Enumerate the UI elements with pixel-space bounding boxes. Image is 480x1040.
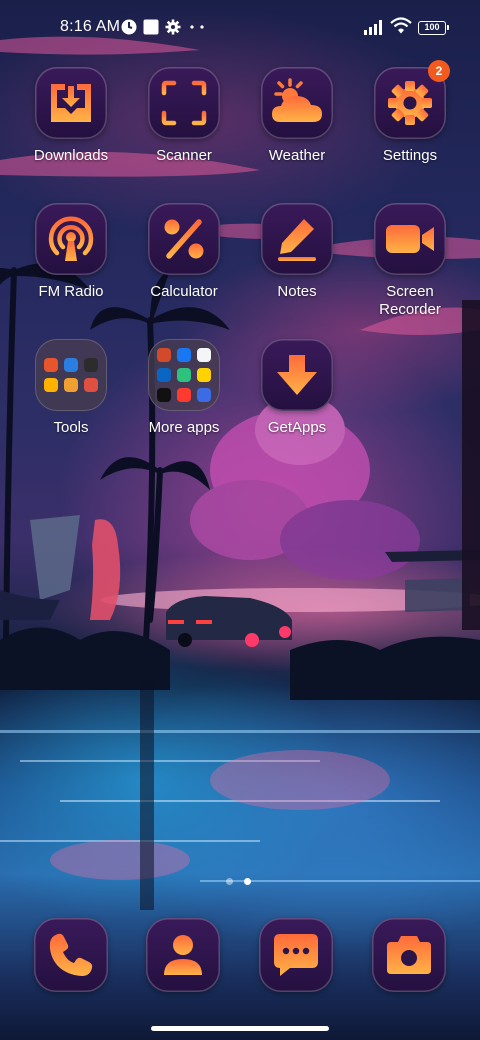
tools-mini-app-icon-4 <box>44 378 58 392</box>
sun-cloud-icon <box>272 78 322 122</box>
app-more-apps-folder[interactable]: More apps <box>129 339 239 437</box>
app-screen-recorder[interactable]: Screen Recorder <box>355 203 465 319</box>
dock-contacts[interactable] <box>146 918 220 992</box>
app-label-settings: Settings <box>382 147 438 164</box>
wifi-icon <box>390 17 412 34</box>
downloads-app-icon[interactable] <box>35 67 107 139</box>
tools-mini-app-icon-5 <box>64 378 78 392</box>
weather-app-icon[interactable] <box>261 67 333 139</box>
download-tray-icon <box>51 84 91 122</box>
app-calculator[interactable]: Calculator <box>129 203 239 301</box>
notes-app-icon[interactable] <box>261 203 333 275</box>
messages-app-icon[interactable] <box>259 918 333 992</box>
more-apps-mini-app-icon-7 <box>157 388 171 402</box>
radio-waves-icon <box>48 216 94 261</box>
tools-mini-app-icon-6 <box>84 378 98 392</box>
settings-app-icon[interactable]: 2 <box>374 60 450 139</box>
scanner-app-icon[interactable] <box>148 67 220 139</box>
gear-icon <box>388 81 432 125</box>
app-label-calculator: Calculator <box>150 283 218 300</box>
video-camera-icon <box>386 225 434 253</box>
tools-mini-app-icon-3 <box>84 358 98 372</box>
camera-app-icon[interactable] <box>372 918 446 992</box>
more-apps-mini-app-icon-9 <box>197 388 211 402</box>
more-apps-mini-app-icon-1 <box>157 348 171 362</box>
more-apps-folder-icon[interactable] <box>148 339 220 411</box>
fm-radio-app-icon[interactable] <box>35 203 107 275</box>
status-time: 8:16 AM <box>60 18 121 35</box>
app-scanner[interactable]: Scanner <box>129 67 239 165</box>
more-apps-mini-app-icon-8 <box>177 388 191 402</box>
app-label-fm-radio: FM Radio <box>38 283 104 300</box>
app-label-notes: Notes <box>277 283 317 300</box>
square-notification-icon <box>143 19 159 35</box>
app-tools-folder[interactable]: Tools <box>16 339 126 437</box>
notification-badge: 2 <box>428 60 450 82</box>
dock-camera[interactable] <box>372 918 446 992</box>
app-settings[interactable]: 2 Settings <box>355 60 465 165</box>
page-dot-2-active[interactable] <box>244 878 251 885</box>
app-label-screen-recorder: Screen Recorder <box>379 283 441 318</box>
scan-frame-icon <box>161 80 207 126</box>
gear-icon <box>165 19 181 35</box>
dock-messages[interactable] <box>259 918 333 992</box>
more-apps-mini-app-icon-6 <box>197 368 211 382</box>
app-downloads[interactable]: Downloads <box>16 67 126 165</box>
chat-bubble-icon <box>274 934 318 976</box>
app-weather[interactable]: Weather <box>242 67 352 165</box>
more-dots-icon <box>190 25 204 29</box>
app-label-getapps: GetApps <box>267 419 327 436</box>
calculator-app-icon[interactable] <box>148 203 220 275</box>
app-label-tools: Tools <box>53 419 89 436</box>
dock-phone[interactable] <box>34 918 108 992</box>
more-apps-mini-app-icon-5 <box>177 368 191 382</box>
contact-person-icon <box>164 935 202 975</box>
signal-icon <box>364 20 382 35</box>
phone-app-icon[interactable] <box>34 918 108 992</box>
app-label-downloads: Downloads <box>33 147 109 164</box>
page-dot-1[interactable] <box>226 878 233 885</box>
camera-icon <box>387 936 431 974</box>
clock-app-icon <box>121 19 137 35</box>
percent-icon <box>164 219 204 259</box>
tools-mini-app-icon-2 <box>64 358 78 372</box>
download-arrow-icon <box>277 355 317 395</box>
status-bar: 8:16 AM 100 <box>0 0 480 56</box>
pen-icon <box>278 219 316 261</box>
screen-recorder-app-icon[interactable] <box>374 203 446 275</box>
app-label-weather: Weather <box>268 147 326 164</box>
phone-icon <box>49 933 93 976</box>
more-apps-mini-app-icon-3 <box>197 348 211 362</box>
tools-mini-app-icon-1 <box>44 358 58 372</box>
battery-icon: 100 <box>418 21 449 35</box>
tools-folder-icon[interactable] <box>35 339 107 411</box>
home-gesture-bar[interactable] <box>151 1026 329 1031</box>
app-label-scanner: Scanner <box>156 147 212 164</box>
app-label-more-apps: More apps <box>148 419 220 436</box>
app-fm-radio[interactable]: FM Radio <box>16 203 126 301</box>
app-getapps[interactable]: GetApps <box>242 339 352 437</box>
contacts-app-icon[interactable] <box>146 918 220 992</box>
getapps-app-icon[interactable] <box>261 339 333 411</box>
more-apps-mini-app-icon-4 <box>157 368 171 382</box>
more-apps-mini-app-icon-2 <box>177 348 191 362</box>
app-notes[interactable]: Notes <box>242 203 352 301</box>
